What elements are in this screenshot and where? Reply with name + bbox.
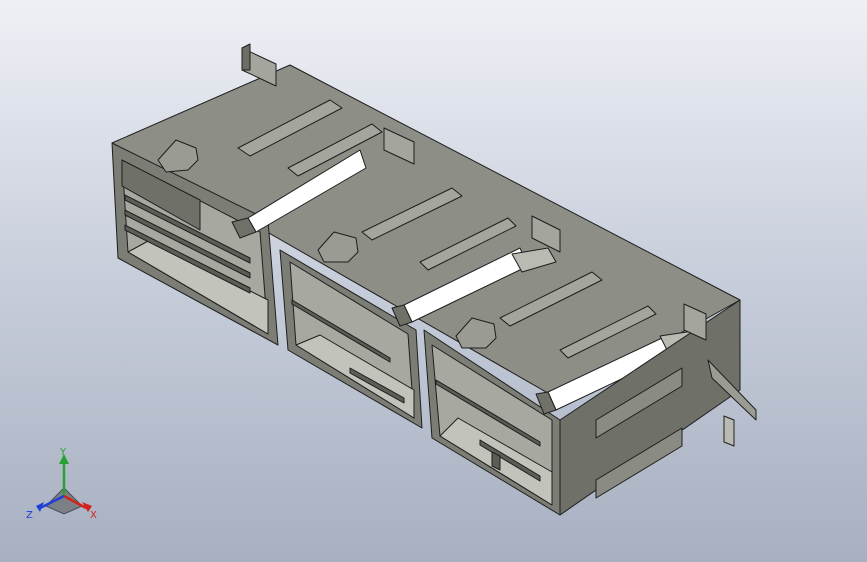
z-axis-label: Z — [26, 510, 33, 521]
mounting-pin — [723, 415, 735, 447]
x-axis-label: X — [90, 510, 97, 521]
connector-model[interactable] — [0, 0, 867, 562]
view-orientation-triad[interactable]: Y X Z — [24, 448, 104, 524]
graphics-viewport[interactable]: Y X Z — [0, 0, 867, 562]
y-axis-label: Y — [59, 448, 67, 458]
housing-1-post-side — [241, 43, 251, 71]
